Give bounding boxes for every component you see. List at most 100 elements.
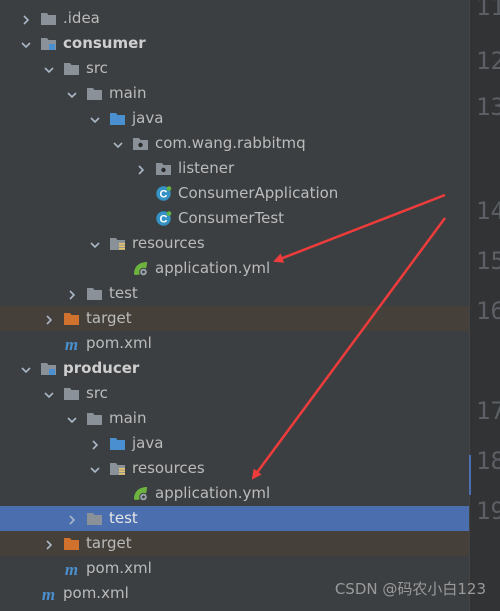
tree-node-label: listener bbox=[178, 159, 235, 177]
line-number: 17 bbox=[476, 397, 500, 425]
chevron-right-icon[interactable] bbox=[20, 12, 32, 25]
watermark: CSDN @码农小白123 bbox=[334, 580, 486, 598]
editor-line-gutter: 11 12 13 14 15 16 17 18 19 bbox=[469, 0, 500, 611]
chevron-down-icon[interactable] bbox=[20, 362, 32, 374]
java-class-icon: C bbox=[155, 210, 172, 227]
tree-node-label: .idea bbox=[63, 9, 100, 27]
package-icon bbox=[155, 160, 172, 177]
tree-node[interactable]: producer bbox=[0, 356, 469, 381]
svg-text:C: C bbox=[160, 189, 168, 201]
project-tree[interactable]: .idea consumer src main java com.wang.rabbitm… bbox=[0, 0, 469, 611]
source-folder-icon bbox=[109, 110, 126, 127]
folder-icon bbox=[63, 60, 80, 77]
tree-node[interactable]: src bbox=[0, 56, 469, 81]
tree-node-label: resources bbox=[132, 459, 205, 477]
module-folder-icon bbox=[40, 360, 57, 377]
chevron-down-icon[interactable] bbox=[66, 412, 78, 424]
tree-node[interactable]: C ConsumerApplication bbox=[0, 181, 469, 206]
line-number: 11 bbox=[476, 0, 500, 21]
tree-node[interactable]: com.wang.rabbitmq bbox=[0, 131, 469, 156]
tree-node-label: producer bbox=[63, 359, 140, 377]
tree-node[interactable]: src bbox=[0, 381, 469, 406]
tree-node-label: application.yml bbox=[155, 259, 271, 277]
tree-node-label: com.wang.rabbitmq bbox=[155, 134, 306, 152]
java-class-icon: C bbox=[155, 185, 172, 202]
line-number: 14 bbox=[476, 197, 500, 225]
chevron-down-icon[interactable] bbox=[43, 62, 55, 74]
tree-node[interactable]: application.yml bbox=[0, 256, 469, 281]
folder-icon bbox=[63, 385, 80, 402]
tree-node[interactable]: test bbox=[0, 281, 469, 306]
svg-text:C: C bbox=[160, 214, 168, 226]
excluded-folder-icon bbox=[63, 310, 80, 327]
tree-node-label: application.yml bbox=[155, 484, 271, 502]
tree-node-label: resources bbox=[132, 234, 205, 252]
resources-folder-icon bbox=[109, 460, 126, 477]
line-number: 19 bbox=[476, 497, 500, 525]
tree-node-label: pom.xml bbox=[86, 334, 152, 352]
line-number: 15 bbox=[476, 247, 500, 275]
folder-icon bbox=[86, 285, 103, 302]
line-number: 18 bbox=[476, 447, 500, 475]
svg-text:m: m bbox=[65, 335, 78, 352]
tree-node[interactable]: resources bbox=[0, 456, 469, 481]
line-number: 12 bbox=[476, 47, 500, 75]
tree-node-label: consumer bbox=[63, 34, 146, 52]
tree-node[interactable]: target bbox=[0, 306, 469, 331]
tree-node[interactable]: java bbox=[0, 431, 469, 456]
chevron-right-icon[interactable] bbox=[89, 437, 101, 450]
chevron-down-icon[interactable] bbox=[43, 387, 55, 399]
tree-node[interactable]: C ConsumerTest bbox=[0, 206, 469, 231]
tree-node[interactable]: listener bbox=[0, 156, 469, 181]
tree-node[interactable]: test bbox=[0, 506, 469, 531]
tree-node[interactable]: main bbox=[0, 406, 469, 431]
module-folder-icon bbox=[40, 35, 57, 52]
tree-node[interactable]: main bbox=[0, 81, 469, 106]
svg-text:m: m bbox=[65, 560, 78, 577]
svg-text:m: m bbox=[42, 585, 55, 602]
spring-yml-icon bbox=[132, 260, 149, 277]
tree-node-label: java bbox=[132, 434, 164, 452]
tree-node[interactable]: application.yml bbox=[0, 481, 469, 506]
resources-folder-icon bbox=[109, 235, 126, 252]
tree-node-label: ConsumerTest bbox=[178, 209, 285, 227]
line-number: 16 bbox=[476, 297, 500, 325]
tree-node-label: pom.xml bbox=[86, 559, 152, 577]
tree-node[interactable]: .idea bbox=[0, 6, 469, 31]
chevron-down-icon[interactable] bbox=[20, 37, 32, 49]
chevron-right-icon[interactable] bbox=[43, 312, 55, 325]
chevron-down-icon[interactable] bbox=[89, 112, 101, 124]
tree-node[interactable]: resources bbox=[0, 231, 469, 256]
folder-icon bbox=[86, 85, 103, 102]
excluded-folder-icon bbox=[63, 535, 80, 552]
tree-node-label: src bbox=[86, 59, 108, 77]
tree-node[interactable]: consumer bbox=[0, 31, 469, 56]
folder-icon bbox=[40, 10, 57, 27]
tree-node-label: main bbox=[109, 409, 147, 427]
tree-node-label: target bbox=[86, 534, 132, 552]
tree-node-label: test bbox=[109, 284, 138, 302]
chevron-down-icon[interactable] bbox=[89, 462, 101, 474]
chevron-right-icon[interactable] bbox=[43, 537, 55, 550]
folder-icon bbox=[86, 410, 103, 427]
tree-node-label: main bbox=[109, 84, 147, 102]
line-number: 13 bbox=[476, 93, 500, 121]
chevron-down-icon[interactable] bbox=[66, 87, 78, 99]
tree-node[interactable]: java bbox=[0, 106, 469, 131]
chevron-right-icon[interactable] bbox=[66, 287, 78, 300]
maven-icon: m bbox=[63, 560, 80, 579]
tree-node[interactable]: m pom.xml bbox=[0, 331, 469, 356]
editor-caret-marker bbox=[469, 455, 471, 495]
chevron-right-icon[interactable] bbox=[66, 512, 78, 525]
source-folder-icon bbox=[109, 435, 126, 452]
maven-icon: m bbox=[63, 335, 80, 354]
chevron-down-icon[interactable] bbox=[89, 237, 101, 249]
tree-node[interactable]: target bbox=[0, 531, 469, 556]
tree-node-label: test bbox=[109, 509, 138, 527]
chevron-down-icon[interactable] bbox=[112, 137, 124, 149]
chevron-right-icon[interactable] bbox=[135, 162, 147, 175]
tree-node-label: java bbox=[132, 109, 164, 127]
tree-node-label: target bbox=[86, 309, 132, 327]
spring-yml-icon bbox=[132, 485, 149, 502]
package-icon bbox=[132, 135, 149, 152]
